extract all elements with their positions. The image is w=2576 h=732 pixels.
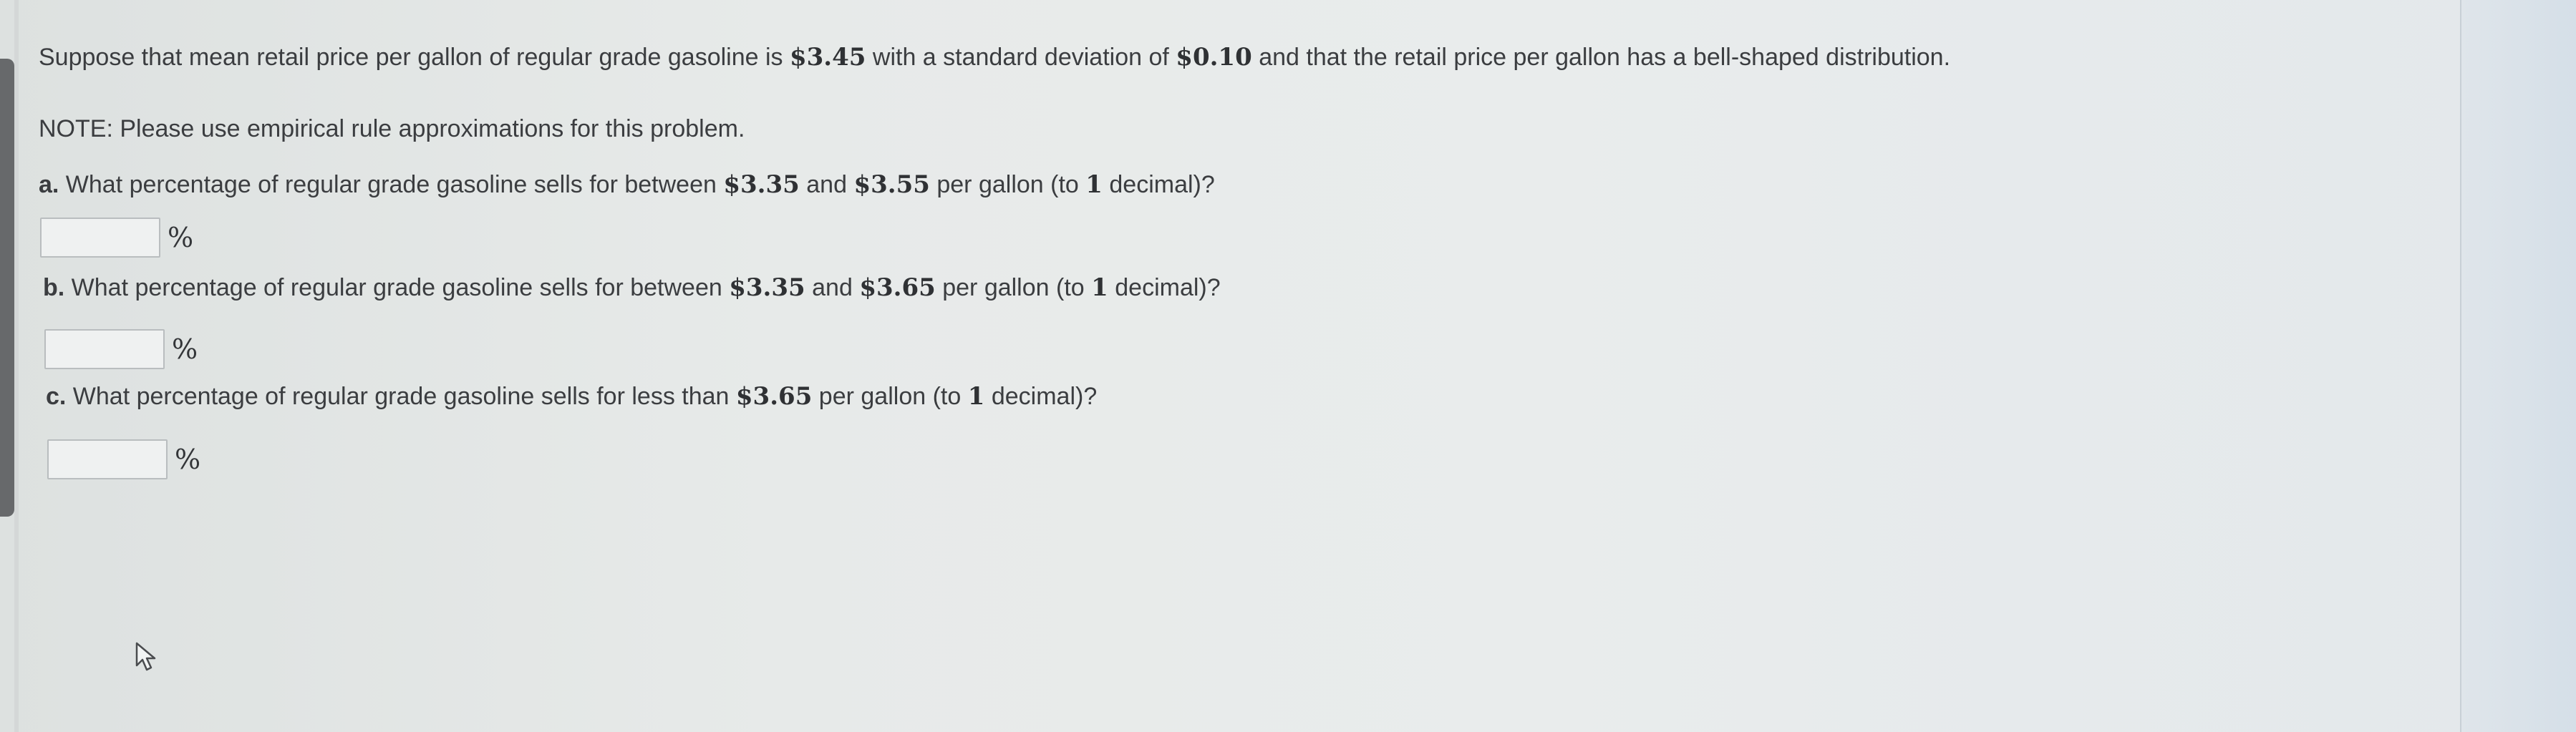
decimal-count: 1	[1085, 170, 1103, 199]
percent-unit: %	[175, 444, 201, 475]
question-a: a. What percentage of regular grade gaso…	[39, 169, 1215, 200]
answer-input-a[interactable]	[40, 218, 160, 258]
intro-text-end: and that the retail price per gallon has…	[1251, 44, 1951, 71]
lower-price: $3.35	[729, 273, 805, 302]
upper-price: $3.55	[853, 170, 930, 199]
question-letter: c.	[46, 383, 67, 410]
question-text-post: per gallon (to	[812, 383, 968, 410]
problem-page: Suppose that mean retail price per gallo…	[0, 0, 2576, 732]
question-b: b. What percentage of regular grade gaso…	[43, 272, 1221, 303]
intro-text: Suppose that mean retail price per gallo…	[39, 44, 790, 71]
intro-text-mid: with a standard deviation of	[866, 44, 1176, 71]
problem-statement: Suppose that mean retail price per gallo…	[39, 42, 1950, 73]
upper-price: $3.65	[859, 273, 936, 302]
question-text: What percentage of regular grade gasolin…	[59, 171, 724, 198]
mouse-pointer-icon	[135, 642, 156, 671]
decimal-count: 1	[1091, 273, 1108, 302]
mean-value: $3.45	[789, 43, 866, 72]
question-letter: a.	[39, 171, 59, 198]
question-text-post: per gallon (to	[935, 274, 1092, 301]
answer-row-a: %	[40, 218, 193, 258]
question-text-end: decimal)?	[1102, 171, 1215, 198]
question-letter: b.	[43, 274, 65, 301]
left-rail	[14, 0, 19, 732]
question-text-end: decimal)?	[984, 383, 1098, 410]
percent-unit: %	[168, 222, 194, 253]
decimal-count: 1	[967, 382, 985, 411]
answer-input-c[interactable]	[47, 439, 168, 479]
question-text-mid: and	[799, 171, 854, 198]
question-text: What percentage of regular grade gasolin…	[66, 383, 736, 410]
answer-row-b: %	[44, 329, 198, 369]
lower-price: $3.35	[723, 170, 800, 199]
scrollbar-thumb[interactable]	[0, 59, 14, 517]
question-text-post: per gallon (to	[929, 171, 1086, 198]
question-text-mid: and	[805, 274, 860, 301]
upper-price: $3.65	[735, 382, 813, 411]
note-text: NOTE: Please use empirical rule approxim…	[39, 115, 745, 142]
question-c: c. What percentage of regular grade gaso…	[46, 381, 1097, 412]
right-panel-edge	[2460, 0, 2576, 732]
question-text: What percentage of regular grade gasolin…	[64, 274, 730, 301]
percent-unit: %	[172, 333, 198, 365]
answer-row-c: %	[47, 439, 200, 479]
answer-input-b[interactable]	[44, 329, 165, 369]
std-dev-value: $0.10	[1176, 43, 1252, 72]
question-text-end: decimal)?	[1108, 274, 1221, 301]
